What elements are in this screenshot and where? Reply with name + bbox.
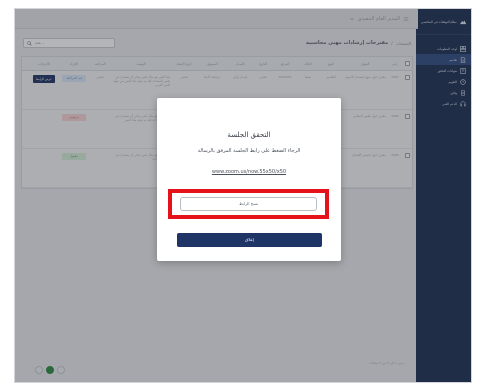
close-button[interactable]: إغلاق xyxy=(177,233,322,247)
modal-title: التحقق الجلسة xyxy=(227,131,271,139)
highlight-box: نسخ الرابط xyxy=(168,189,329,219)
modal-message: الرجاء الضغط على رابط الجلسة المرفق بالر… xyxy=(197,148,301,154)
copy-link-button[interactable]: نسخ الرابط xyxy=(180,197,317,211)
session-verification-modal: التحقق الجلسة الرجاء الضغط على رابط الجل… xyxy=(157,98,341,261)
session-link[interactable]: www.zoom.us/now.55x50/x50 xyxy=(157,169,341,175)
app-window: نظام التوقعات في المنافسي لوحة المعلومات… xyxy=(14,8,472,383)
